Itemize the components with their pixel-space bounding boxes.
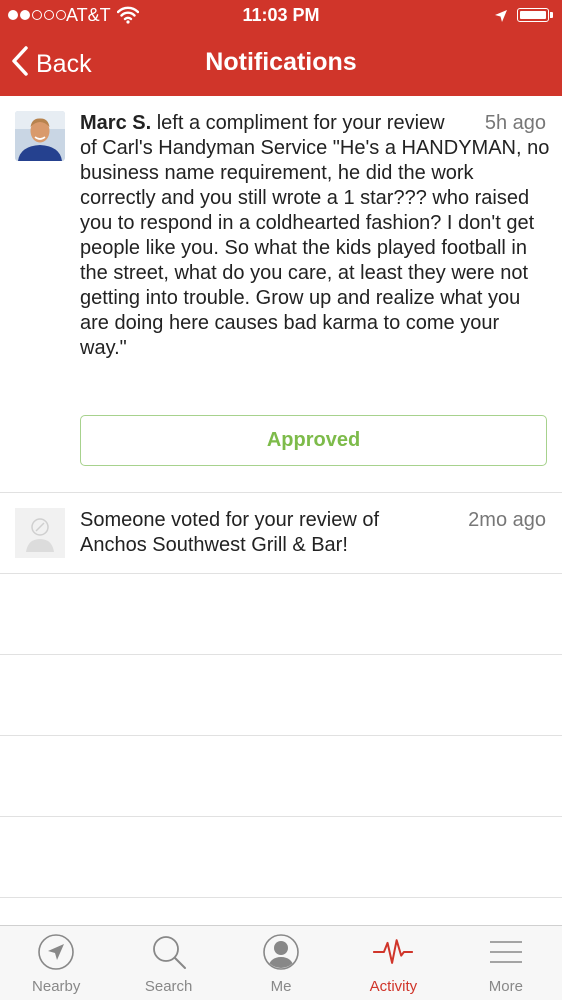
empty-list-row	[0, 655, 562, 736]
default-avatar-icon	[15, 508, 65, 558]
menu-icon	[486, 932, 526, 972]
notification-message: Someone voted for your review of Anchos …	[80, 509, 380, 556]
profile-icon	[261, 932, 301, 972]
notification-time: 2mo ago	[468, 509, 546, 531]
tab-label: Me	[270, 978, 292, 995]
search-icon	[149, 932, 189, 972]
status-bar: AT&T 11:03 PM	[0, 0, 562, 32]
empty-list-row	[0, 817, 562, 898]
empty-list-row	[0, 574, 562, 655]
approved-button[interactable]: Approved	[80, 415, 547, 466]
tab-label: More	[488, 978, 523, 995]
avatar[interactable]	[15, 111, 65, 161]
tab-activity[interactable]: Activity	[337, 926, 449, 1000]
notifications-list: Marc S. left a compliment for your revie…	[0, 96, 562, 898]
navigation-arrow-icon	[36, 932, 76, 972]
activity-pulse-icon	[373, 932, 414, 972]
tab-label: Search	[144, 978, 193, 995]
battery-icon	[517, 8, 553, 22]
tab-me[interactable]: Me	[225, 926, 337, 1000]
empty-list-row	[0, 736, 562, 817]
tab-more[interactable]: More	[450, 926, 562, 1000]
user-name[interactable]: Marc S.	[80, 112, 151, 134]
header: AT&T 11:03 PM Back Notifications	[0, 0, 562, 96]
tab-bar: Nearby Search Me Activity More	[0, 925, 562, 1000]
nav-bar: Back Notifications	[0, 32, 562, 96]
notification-item[interactable]: Marc S. left a compliment for your revie…	[0, 96, 562, 493]
notification-message: left a compliment for your review of Car…	[80, 112, 550, 359]
location-arrow-icon	[494, 8, 508, 28]
tab-label: Activity	[369, 978, 418, 995]
status-time: 11:03 PM	[242, 5, 320, 25]
notification-time: 5h ago	[484, 112, 546, 134]
tab-nearby[interactable]: Nearby	[0, 926, 112, 1000]
page-title: Notifications	[205, 48, 357, 76]
notification-text: Marc S. left a compliment for your revie…	[80, 111, 550, 361]
tab-search[interactable]: Search	[112, 926, 224, 1000]
notification-item[interactable]: Someone voted for your review of Anchos …	[0, 493, 562, 574]
tab-label: Nearby	[32, 978, 81, 995]
